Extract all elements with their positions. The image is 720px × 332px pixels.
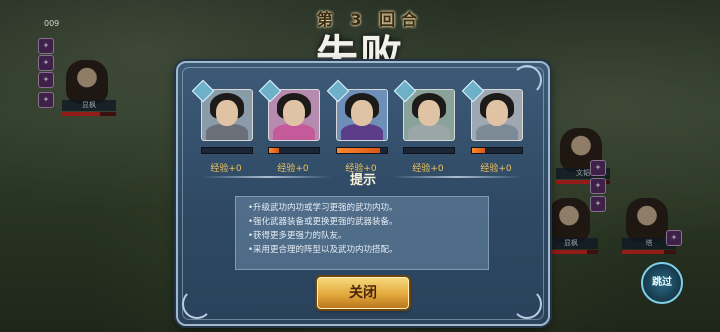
hero-portrait	[471, 89, 523, 141]
hero-portrait	[268, 89, 320, 141]
tip-line: •采用更合理的阵型以及武功内功搭配。	[248, 245, 398, 255]
divider-left	[202, 176, 332, 178]
exp-progress-bar	[403, 147, 455, 154]
close-button[interactable]: 关闭	[317, 277, 409, 309]
result-panel: 经验+0 经验+0 经验+0 经验+0 经验+0 提示 •升级武功内功或学习更强…	[176, 61, 550, 326]
hero-card: 经验+0	[191, 79, 253, 174]
exp-progress-bar	[471, 147, 523, 154]
tip-line: •升级武功内功或学习更强的武功内功。	[248, 203, 398, 213]
exp-gain-label: 经验+0	[277, 164, 309, 174]
exp-progress-bar	[336, 147, 388, 154]
tips-box: •升级武功内功或学习更强的武功内功。 •强化武器装备或更换更强的武器装备。 •获…	[235, 196, 489, 270]
divider-right	[392, 176, 522, 178]
hero-portrait	[403, 89, 455, 141]
tips-title: 提示	[349, 173, 376, 188]
hero-card: 经验+0	[393, 79, 455, 174]
exp-progress-bar	[201, 147, 253, 154]
skip-button[interactable]: 跳过	[641, 262, 683, 304]
turn-counter: 009	[44, 19, 60, 28]
tip-line: •获得更多更强力的队友。	[248, 231, 347, 241]
hero-portrait	[201, 89, 253, 141]
exp-gain-label: 经验+0	[412, 164, 444, 174]
hero-portrait	[336, 89, 388, 141]
hero-card: 经验+0	[326, 79, 388, 174]
hero-card: 经验+0	[258, 79, 320, 174]
hero-card: 经验+0	[461, 79, 523, 174]
exp-gain-label: 经验+0	[480, 164, 512, 174]
exp-progress-bar	[268, 147, 320, 154]
tip-line: •强化武器装备或更换更强的武器装备。	[248, 217, 398, 227]
exp-gain-label: 经验+0	[210, 164, 242, 174]
cloud-ornament-icon	[512, 289, 542, 319]
cloud-ornament-icon	[182, 289, 212, 319]
